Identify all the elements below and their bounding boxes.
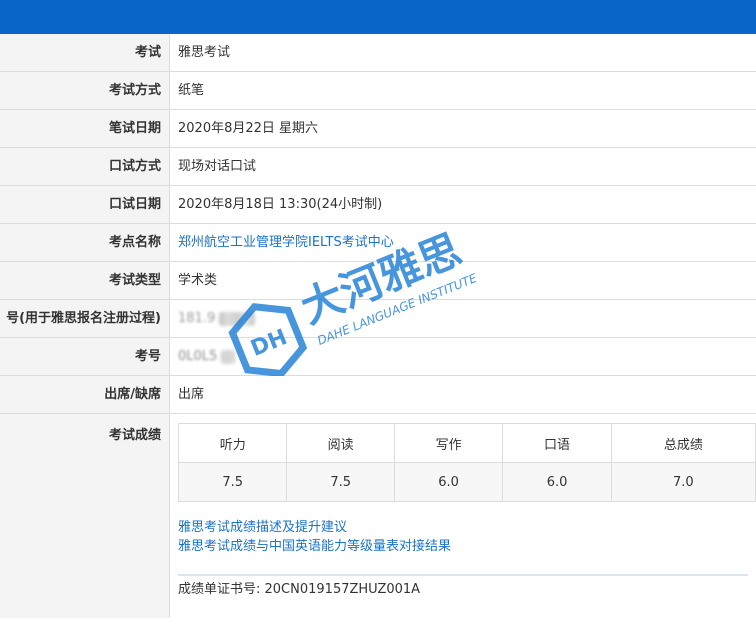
certificate-number: 成绩单证书号: 20CN019157ZHUZ001A [178, 582, 421, 597]
row-candidate-number: 考号 0L0L5 [0, 338, 756, 376]
score-overall: 7.0 [610, 462, 756, 502]
row-exam-method: 考试方式 纸笔 [0, 72, 756, 110]
value-exam: 雅思考试 [178, 45, 231, 60]
score-listening: 7.5 [177, 462, 288, 502]
row-exam: 考试 雅思考试 [0, 34, 756, 72]
label-speaking-method: 口试方式 [0, 148, 170, 185]
label-exam-method: 考试方式 [0, 72, 170, 109]
value-attendance: 出席 [178, 387, 205, 402]
label-test-center: 考点名称 [0, 224, 170, 261]
label-attendance: 出席/缺席 [0, 376, 170, 413]
redacted-blur [221, 349, 236, 364]
row-registration-number: 号(用于雅思报名注册过程) 181.9 [0, 300, 756, 338]
label-candidate-number: 考号 [0, 338, 170, 375]
label-registration-number: 号(用于雅思报名注册过程) [0, 300, 170, 337]
score-links: 雅思考试成绩描述及提升建议 雅思考试成绩与中国英语能力等级量表对接结果 [178, 518, 451, 556]
value-test-type: 学术类 [178, 273, 218, 288]
value-candidate-number: 0L0L5 [170, 338, 756, 375]
candidate-number-text: 0L0L5 [178, 349, 218, 364]
value-speaking-method: 现场对话口试 [178, 159, 257, 174]
row-speaking-method: 口试方式 现场对话口试 [0, 148, 756, 186]
label-registration-number-text: 号(用于雅思报名注册过程) [6, 311, 161, 326]
score-header-overall: 总成绩 [610, 423, 756, 463]
score-header-reading: 阅读 [286, 423, 395, 463]
row-speaking-date: 口试日期 2020年8月18日 13:30(24小时制) [0, 186, 756, 224]
row-written-date: 笔试日期 2020年8月22日 星期六 [0, 110, 756, 148]
exam-info-table: 考试 雅思考试 考试方式 纸笔 笔试日期 2020年8月22日 星期六 口试方式… [0, 34, 756, 618]
score-header-listening: 听力 [177, 423, 288, 463]
row-test-type: 考试类型 学术类 [0, 262, 756, 300]
label-test-type: 考试类型 [0, 262, 170, 299]
label-written-date: 笔试日期 [0, 110, 170, 147]
label-speaking-date: 口试日期 [0, 186, 170, 223]
row-test-center: 考点名称 郑州航空工业管理学院IELTS考试中心 [0, 224, 756, 262]
score-header-writing: 写作 [393, 423, 504, 463]
scores-value-row: 7.5 7.5 6.0 6.0 7.0 [177, 462, 756, 502]
value-written-date: 2020年8月22日 星期六 [178, 121, 319, 136]
value-speaking-date: 2020年8月18日 13:30(24小时制) [178, 197, 383, 212]
test-center-link[interactable]: 郑州航空工业管理学院IELTS考试中心 [170, 224, 756, 261]
cse-alignment-link[interactable]: 雅思考试成绩与中国英语能力等级量表对接结果 [178, 537, 451, 556]
score-header-speaking: 口语 [502, 423, 612, 463]
bottom-divider [178, 574, 748, 576]
row-attendance: 出席/缺席 出席 [0, 376, 756, 414]
redacted-blur [219, 311, 256, 326]
scores-table: 听力 阅读 写作 口语 总成绩 7.5 7.5 6.0 6.0 7.0 [177, 423, 756, 502]
value-registration-number: 181.9 [170, 300, 756, 337]
label-exam: 考试 [0, 34, 170, 71]
label-exam-scores: 考试成绩 [0, 414, 170, 618]
row-exam-scores: 考试成绩 听力 阅读 写作 口语 总成绩 7.5 7.5 6.0 6.0 7.0… [0, 414, 756, 618]
scores-header-row: 听力 阅读 写作 口语 总成绩 [177, 423, 756, 463]
registration-number-text: 181.9 [178, 311, 216, 326]
score-speaking: 6.0 [502, 462, 612, 502]
value-exam-method: 纸笔 [178, 83, 205, 98]
score-writing: 6.0 [393, 462, 504, 502]
score-description-link[interactable]: 雅思考试成绩描述及提升建议 [178, 518, 451, 537]
score-reading: 7.5 [286, 462, 395, 502]
top-header-bar [0, 0, 756, 34]
